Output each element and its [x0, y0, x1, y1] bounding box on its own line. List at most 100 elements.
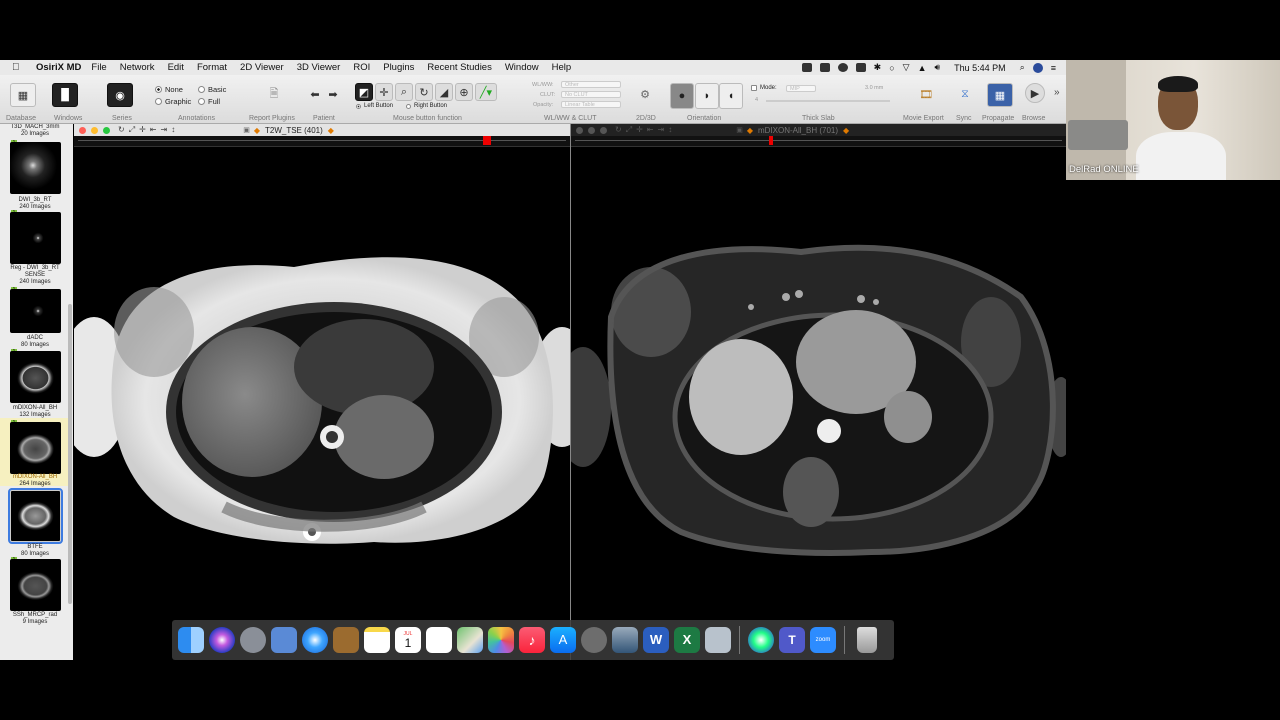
menu-recent-studies[interactable]: Recent Studies [427, 62, 491, 73]
app-store-icon[interactable]: A [550, 627, 576, 653]
minimize-window-icon[interactable] [91, 126, 98, 134]
movie-export-icon[interactable]: 🎞︎ [914, 83, 938, 105]
sidebar-scrollbar[interactable] [68, 304, 72, 604]
annotation-graphic-radio[interactable]: Graphic [155, 97, 191, 106]
annotation-basic-radio[interactable]: Basic [198, 85, 226, 94]
menu-help[interactable]: Help [552, 62, 572, 73]
series-1-thumbnail[interactable] [10, 142, 61, 194]
annotation-full-radio[interactable]: Full [198, 97, 220, 106]
viewer-left-image[interactable] [74, 147, 570, 660]
image-capture-icon[interactable] [705, 627, 731, 653]
wlww-select[interactable]: Other [561, 81, 621, 88]
preview-icon[interactable] [271, 627, 297, 653]
propagate-icon[interactable]: ▦ [987, 83, 1013, 107]
tool-status-icon[interactable] [855, 63, 866, 72]
sync-icon[interactable]: ⧖ [953, 83, 977, 105]
minimize-window-icon[interactable] [588, 126, 595, 134]
series-4-thumbnail[interactable] [10, 351, 61, 403]
report-plugins-button[interactable]: 🗎︎ [262, 83, 286, 105]
move-tool-icon[interactable]: ✛ [375, 83, 393, 101]
crosshair-tool-icon[interactable]: ⊕ [455, 83, 473, 101]
close-window-icon[interactable] [79, 126, 86, 134]
viewer-right-slice-slider[interactable] [571, 136, 1066, 147]
viewer-tools-icons[interactable]: ↻⤢✛⇤⇥↕ [118, 125, 179, 135]
series-7-thumbnail[interactable] [10, 559, 61, 611]
orientation-axial-icon[interactable]: ● [670, 83, 694, 109]
right-button-radio[interactable]: Right Button [406, 103, 447, 109]
reminders-icon[interactable] [426, 627, 452, 653]
calendar-icon[interactable]: JUL 1 [395, 627, 421, 653]
menu-file[interactable]: File [91, 62, 106, 73]
word-icon[interactable]: W [643, 627, 669, 653]
control-center-icon[interactable]: ≡ [1051, 63, 1056, 73]
airplay-icon[interactable]: ▲ [918, 63, 927, 73]
notefile-icon[interactable] [333, 627, 359, 653]
osirix-icon[interactable] [612, 627, 638, 653]
bluetooth-icon[interactable]: ✱ [874, 62, 882, 73]
menu-clock[interactable]: Thu 5:44 PM [954, 63, 1006, 73]
menu-window[interactable]: Window [505, 62, 539, 73]
user-avatar-icon[interactable] [1032, 62, 1043, 73]
menu-format[interactable]: Format [197, 62, 227, 73]
sync-status-icon[interactable] [837, 63, 848, 72]
music-icon[interactable]: ♪ [519, 627, 545, 653]
annotation-none-radio[interactable]: None [155, 85, 183, 94]
wlww-tool-button[interactable]: ◩ [355, 83, 373, 101]
clut-select[interactable]: No CLUT [561, 91, 621, 98]
menu-2d-viewer[interactable]: 2D Viewer [240, 62, 284, 73]
menu-plugins[interactable]: Plugins [383, 62, 414, 73]
viewer-tools-icons[interactable]: ↻⤢✛⇤⇥↕ [615, 125, 676, 135]
slider-thumb[interactable] [483, 136, 491, 145]
series-6-thumbnail[interactable] [8, 488, 63, 544]
browse-play-icon[interactable]: ▶ [1025, 83, 1045, 103]
vpn-icon[interactable]: ○ [889, 63, 894, 73]
photos-icon[interactable] [488, 627, 514, 653]
thick-slab-mode-checkbox[interactable]: Mode: [751, 85, 777, 91]
zoom-tool-icon[interactable]: ⌕ [395, 83, 413, 101]
viewer-right-image[interactable] [571, 147, 1066, 660]
zoom-window-icon[interactable] [103, 126, 110, 134]
patient-next-button[interactable]: ➡︎ [326, 83, 340, 105]
siri-icon[interactable] [209, 627, 235, 653]
finder-icon[interactable] [178, 627, 204, 653]
toolbar-overflow-icon[interactable]: » [1054, 87, 1060, 98]
left-button-radio[interactable]: Left Button [356, 103, 393, 109]
series-3-thumbnail[interactable] [10, 289, 61, 333]
zoom-window-icon[interactable] [600, 126, 607, 134]
notes-icon[interactable] [364, 627, 390, 653]
measure-tool-icon[interactable]: ╱▾ [475, 83, 497, 101]
system-preferences-icon[interactable] [581, 627, 607, 653]
series-2-thumbnail[interactable] [10, 212, 61, 264]
excel-icon[interactable]: X [674, 627, 700, 653]
trash-icon[interactable] [857, 627, 877, 653]
launchpad-icon[interactable] [240, 627, 266, 653]
scroll-tool-icon[interactable]: ◢ [435, 83, 453, 101]
series-button[interactable]: ◉ [107, 83, 133, 107]
volume-icon[interactable]: 🔊︎ [934, 62, 940, 73]
database-button[interactable]: ▦ [10, 83, 36, 107]
teams-icon[interactable]: T [779, 627, 805, 653]
spotlight-icon[interactable]: ⌕ [1020, 62, 1025, 73]
orientation-sagittal-icon[interactable]: ◗ [695, 83, 719, 109]
thick-slab-slider[interactable] [766, 100, 890, 102]
menu-network[interactable]: Network [120, 62, 155, 73]
menu-edit[interactable]: Edit [168, 62, 184, 73]
slider-thumb[interactable] [769, 136, 773, 145]
close-window-icon[interactable] [576, 126, 583, 134]
safari-icon[interactable] [302, 627, 328, 653]
apple-icon[interactable]:  [12, 62, 26, 73]
opacity-select[interactable]: Linear Table [561, 101, 621, 108]
series-5-thumbnail[interactable] [10, 422, 61, 474]
rotate-tool-icon[interactable]: ↻ [415, 83, 433, 101]
viewer-left-slice-slider[interactable] [74, 136, 570, 147]
patient-prev-button[interactable]: ⬅︎ [308, 83, 322, 105]
camera-status-icon[interactable] [801, 63, 812, 72]
screen-share-icon[interactable] [819, 63, 830, 72]
maps-icon[interactable] [457, 627, 483, 653]
browser-icon[interactable] [748, 627, 774, 653]
menu-3d-viewer[interactable]: 3D Viewer [297, 62, 341, 73]
menu-app-name[interactable]: OsiriX MD [36, 62, 81, 73]
wifi-icon[interactable]: ▽ [903, 62, 910, 73]
gear-icon[interactable]: ⚙ [633, 83, 657, 105]
menu-roi[interactable]: ROI [353, 62, 370, 73]
